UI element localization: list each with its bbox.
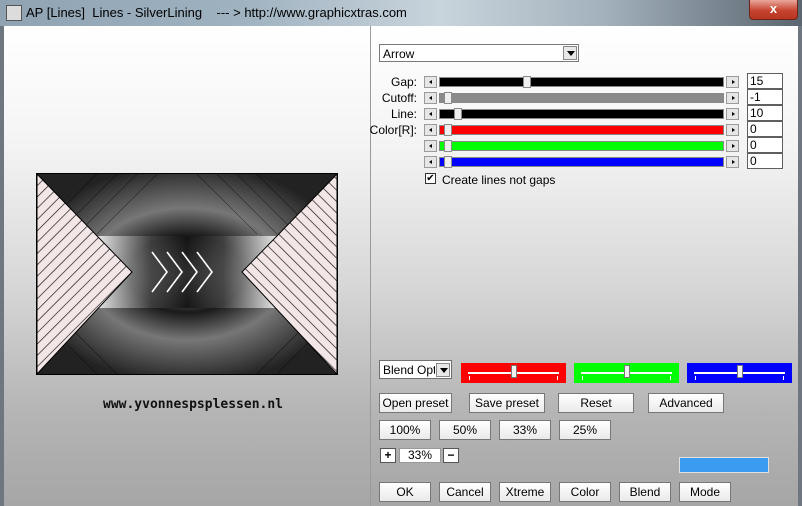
app-icon	[6, 5, 22, 21]
reset-button[interactable]: Reset	[558, 393, 634, 413]
slider-fill	[440, 142, 723, 150]
channel-knob[interactable]	[511, 365, 517, 378]
color-button[interactable]: Color	[559, 482, 611, 502]
zoom-100-button[interactable]: 100%	[379, 420, 431, 440]
advanced-button[interactable]: Advanced	[648, 393, 724, 413]
zoom-50-button[interactable]: 50%	[439, 420, 491, 440]
slider-fill	[440, 94, 723, 102]
slider-track[interactable]	[439, 124, 724, 136]
tick-mark	[670, 376, 671, 380]
xtreme-button[interactable]: Xtreme	[499, 482, 551, 502]
channel-slider[interactable]	[461, 363, 566, 383]
arrow-right-icon[interactable]	[726, 76, 739, 88]
slider-value-field[interactable]: 10	[747, 105, 783, 121]
arrow-left-icon[interactable]	[424, 108, 437, 120]
blend-options-value: Blend Options	[383, 363, 435, 377]
arrow-left-icon[interactable]	[424, 76, 437, 88]
arrow-left-icon[interactable]	[424, 156, 437, 168]
arrow-right-icon[interactable]	[726, 124, 739, 136]
zoom-33-button[interactable]: 33%	[499, 420, 551, 440]
slider-track[interactable]	[439, 140, 724, 152]
slider-label: Color[R]:	[369, 123, 417, 137]
parameter-slider[interactable]	[424, 124, 739, 136]
tick-mark	[582, 376, 583, 380]
ok-button[interactable]: OK	[379, 482, 431, 502]
preview-image	[36, 173, 338, 375]
slider-track[interactable]	[439, 108, 724, 120]
slider-value-field[interactable]: 0	[747, 137, 783, 153]
color-swatch[interactable]	[679, 457, 769, 473]
slider-fill	[440, 158, 723, 166]
preset-type-value: Arrow	[383, 47, 415, 61]
zoom-out-button[interactable]: −	[443, 448, 459, 463]
title-bar: AP [Lines] Lines - SilverLining --- > ht…	[0, 0, 802, 26]
slider-fill	[440, 126, 723, 134]
slider-fill	[440, 78, 723, 86]
save-preset-button[interactable]: Save preset	[469, 393, 545, 413]
open-preset-button[interactable]: Open preset	[379, 393, 452, 413]
create-lines-label: Create lines not gaps	[442, 173, 556, 187]
slider-track[interactable]	[439, 92, 724, 104]
arrow-left-icon[interactable]	[424, 92, 437, 104]
chevron-down-icon[interactable]	[563, 46, 577, 60]
parameter-slider[interactable]	[424, 76, 739, 88]
slider-track[interactable]	[439, 76, 724, 88]
parameter-slider[interactable]	[424, 156, 739, 168]
channel-knob[interactable]	[624, 365, 630, 378]
arrow-right-icon[interactable]	[726, 108, 739, 120]
slider-thumb[interactable]	[454, 108, 462, 120]
tick-mark	[783, 376, 784, 380]
slider-label: Gap:	[390, 75, 417, 89]
mode-button[interactable]: Mode	[679, 482, 731, 502]
parameter-slider[interactable]	[424, 92, 739, 104]
create-lines-checkbox[interactable]: ✔	[425, 173, 436, 184]
arrow-left-icon[interactable]	[424, 124, 437, 136]
arrow-left-icon[interactable]	[424, 140, 437, 152]
slider-label: Line:	[390, 107, 417, 121]
slider-label: Cutoff:	[381, 91, 417, 105]
slider-thumb[interactable]	[444, 140, 452, 152]
slider-thumb[interactable]	[444, 156, 452, 168]
channel-slider[interactable]	[574, 363, 679, 383]
slider-track[interactable]	[439, 156, 724, 168]
slider-thumb[interactable]	[444, 92, 452, 104]
zoom-level: 33%	[399, 448, 441, 463]
slider-value-field[interactable]: 0	[747, 153, 783, 169]
blend-button[interactable]: Blend	[619, 482, 671, 502]
chevron-down-icon[interactable]	[436, 363, 450, 377]
close-button[interactable]: x	[749, 0, 798, 20]
slider-thumb[interactable]	[444, 124, 452, 136]
window-title: AP [Lines] Lines - SilverLining --- > ht…	[26, 5, 407, 20]
preset-type-select[interactable]: Arrow	[379, 44, 579, 62]
tick-mark	[695, 376, 696, 380]
slider-fill	[440, 110, 723, 118]
slider-thumb[interactable]	[523, 76, 531, 88]
watermark-text: www.yvonnespsplessen.nl	[103, 397, 284, 412]
zoom-in-button[interactable]: +	[380, 448, 396, 463]
parameter-slider[interactable]	[424, 108, 739, 120]
arrow-right-icon[interactable]	[726, 140, 739, 152]
slider-value-field[interactable]: 0	[747, 121, 783, 137]
arrow-right-icon[interactable]	[726, 156, 739, 168]
tick-mark	[557, 376, 558, 380]
arrow-right-icon[interactable]	[726, 92, 739, 104]
plugin-dialog: www.yvonnespsplessen.nl Arrow Gap: 15 Cuto…	[4, 26, 798, 506]
channel-slider[interactable]	[687, 363, 792, 383]
tick-mark	[469, 376, 470, 380]
slider-value-field[interactable]: 15	[747, 73, 783, 89]
parameter-slider[interactable]	[424, 140, 739, 152]
channel-knob[interactable]	[737, 365, 743, 378]
zoom-25-button[interactable]: 25%	[559, 420, 611, 440]
blend-options-select[interactable]: Blend Options	[379, 360, 452, 379]
slider-value-field[interactable]: -1	[747, 89, 783, 105]
cancel-button[interactable]: Cancel	[439, 482, 491, 502]
